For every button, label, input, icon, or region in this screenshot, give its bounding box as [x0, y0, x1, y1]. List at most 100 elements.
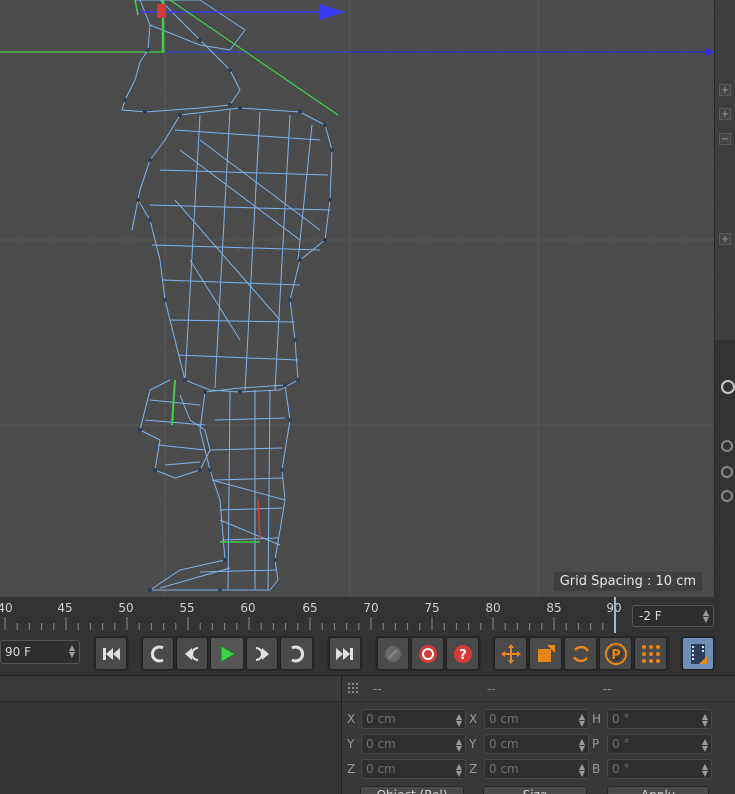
spinner-icon[interactable]: ▲ ▼	[456, 738, 462, 753]
coordinate-mode-select[interactable]: Object (Rel)	[360, 786, 464, 794]
rot-h-field[interactable]: 0 ° ▲ ▼	[607, 709, 712, 729]
apply-button[interactable]: Apply	[607, 786, 709, 794]
record-point-level-button[interactable]	[634, 637, 667, 670]
rot-b-value: 0 °	[612, 762, 630, 776]
ruler-tick-label: 70	[363, 601, 379, 615]
next-frame-button[interactable]	[246, 637, 278, 670]
ruler-tick-label: 85	[546, 601, 562, 615]
step-forward-icon	[255, 646, 269, 661]
spinner-icon[interactable]: ▲ ▼	[579, 713, 585, 728]
pos-x-value: 0 cm	[366, 712, 396, 726]
spinner-icon[interactable]: ▲ ▼	[702, 738, 708, 753]
min-frame-field[interactable]: 90 F ▲ ▼	[0, 640, 80, 664]
play-icon	[220, 644, 237, 663]
record-position-button[interactable]	[494, 637, 527, 670]
pos-y-value: 0 cm	[366, 737, 396, 751]
coordinates-manager: -- -- -- X 0 cm ▲ ▼ X 0 cm ▲ ▼ H 0 ° ▲ ▼ Y 0 c…	[341, 675, 735, 794]
expand-icon[interactable]: +	[719, 84, 731, 96]
skip-back-icon	[103, 647, 120, 660]
play-button[interactable]	[210, 637, 244, 670]
ruler-tick-label: 40	[0, 601, 13, 615]
coordinates-header: -- -- --	[342, 676, 735, 702]
radio-icon[interactable]	[721, 380, 735, 394]
timeline-ruler[interactable]: 40 45 50 55 60 65 70 75 80 85 90	[0, 597, 628, 633]
rot-b-label: B	[592, 762, 601, 776]
record-parameter-button[interactable]: P	[599, 637, 632, 670]
radio-icon[interactable]	[721, 490, 733, 502]
collapse-icon[interactable]: −	[719, 133, 731, 145]
pos-z-label: Z	[347, 762, 356, 776]
rot-h-label: H	[592, 712, 602, 726]
viewport-canvas	[0, 0, 714, 597]
spinner-icon[interactable]: ▲ ▼	[456, 763, 462, 778]
spinner-icon[interactable]: ▲ ▼	[69, 644, 75, 659]
size-x-value: 0 cm	[489, 712, 519, 726]
rot-h-value: 0 °	[612, 712, 630, 726]
radio-icon[interactable]	[721, 440, 733, 452]
pos-y-field[interactable]: 0 cm ▲ ▼	[361, 734, 466, 754]
current-frame-value: -2 F	[639, 609, 662, 623]
go-to-end-button[interactable]	[329, 637, 361, 670]
size-z-value: 0 cm	[489, 762, 519, 776]
points-icon	[641, 644, 660, 663]
radio-icon[interactable]	[721, 466, 733, 478]
autokey-button[interactable]	[411, 637, 444, 670]
size-z-field[interactable]: 0 cm ▲ ▼	[484, 759, 589, 779]
svg-text:?: ?	[459, 648, 467, 663]
ruler-tick-label: 80	[485, 601, 501, 615]
next-key-button[interactable]	[280, 637, 313, 670]
spinner-icon[interactable]: ▲ ▼	[702, 713, 708, 728]
scale-icon	[537, 644, 555, 662]
pos-z-value: 0 cm	[366, 762, 396, 776]
size-z-label: Z	[469, 762, 478, 776]
record-rotation-button[interactable]	[564, 637, 597, 670]
ruler-tick-label: 65	[302, 601, 318, 615]
svg-text:P: P	[611, 648, 621, 663]
3d-viewport[interactable]: Grid Spacing : 10 cm	[0, 0, 715, 597]
rot-p-field[interactable]: 0 ° ▲ ▼	[607, 734, 712, 754]
pos-x-label: X	[347, 712, 356, 726]
layer-panel-edge	[715, 340, 735, 600]
expand-icon[interactable]: +	[719, 233, 731, 245]
pos-y-label: Y	[347, 737, 355, 751]
record-icon	[418, 644, 437, 663]
key-icon	[384, 645, 402, 662]
rotation-header: --	[603, 682, 612, 696]
ruler-tick-label: 75	[424, 601, 440, 615]
current-frame-field[interactable]: -2 F ▲ ▼	[632, 605, 714, 627]
record-keys-button[interactable]	[377, 637, 409, 670]
move-icon	[500, 643, 521, 664]
size-mode-select[interactable]: Size	[483, 786, 587, 794]
previous-frame-button[interactable]	[176, 637, 208, 670]
previous-key-button[interactable]	[142, 637, 174, 670]
ruler-tick-label: 50	[118, 601, 134, 615]
min-frame-value: 90 F	[5, 645, 31, 659]
spinner-icon[interactable]: ▲ ▼	[579, 738, 585, 753]
grid-spacing-label: Grid Spacing : 10 cm	[553, 572, 702, 591]
pos-z-field[interactable]: 0 cm ▲ ▼	[361, 759, 466, 779]
size-header: --	[487, 682, 496, 696]
materials-panel	[0, 675, 340, 794]
parameter-icon: P	[604, 642, 627, 665]
size-x-field[interactable]: 0 cm ▲ ▼	[484, 709, 589, 729]
size-x-label: X	[469, 712, 478, 726]
end-marker[interactable]	[614, 597, 616, 633]
spinner-icon[interactable]: ▲ ▼	[702, 763, 708, 778]
expand-icon[interactable]: +	[719, 108, 731, 120]
rot-p-label: P	[592, 737, 600, 751]
help-icon: ?	[453, 644, 472, 663]
pos-x-field[interactable]: 0 cm ▲ ▼	[361, 709, 466, 729]
prev-key-icon	[150, 645, 164, 662]
grip-icon[interactable]	[348, 683, 360, 695]
ruler-tick-label: 45	[57, 601, 73, 615]
rot-b-field[interactable]: 0 ° ▲ ▼	[607, 759, 712, 779]
go-to-start-button[interactable]	[95, 637, 127, 670]
spinner-icon[interactable]: ▲ ▼	[703, 609, 709, 624]
timeline-scheme-button[interactable]	[682, 637, 714, 670]
keyframe-selection-button[interactable]: ?	[446, 637, 479, 670]
spinner-icon[interactable]: ▲ ▼	[579, 763, 585, 778]
record-scale-button[interactable]	[529, 637, 562, 670]
size-y-field[interactable]: 0 cm ▲ ▼	[484, 734, 589, 754]
next-key-icon	[290, 645, 304, 662]
spinner-icon[interactable]: ▲ ▼	[456, 713, 462, 728]
